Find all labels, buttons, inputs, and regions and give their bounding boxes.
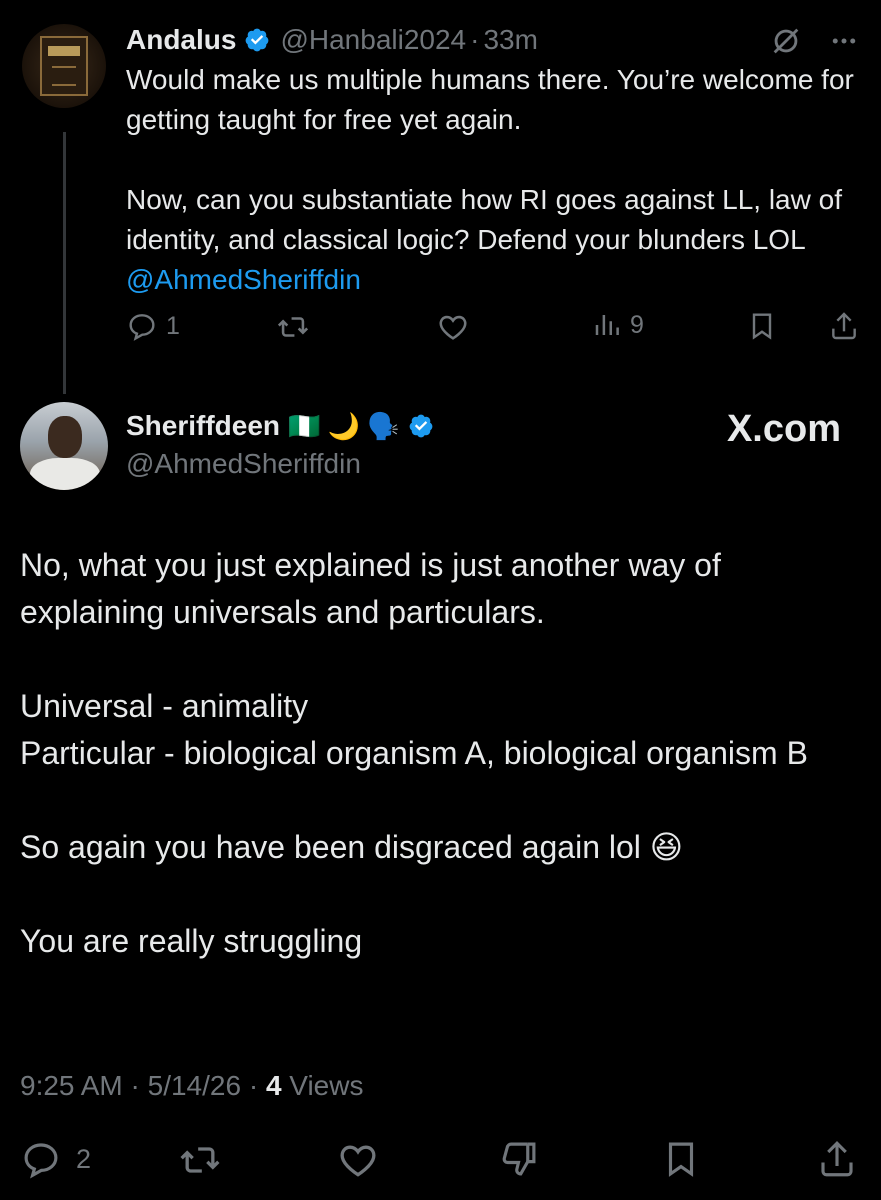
tweet2-paragraph-1: No, what you just explained is just anot…: [20, 547, 721, 630]
tweet2-author-line: Sheriffdeen 🇳🇬 🌙 🗣️: [126, 410, 434, 442]
views-count: 9: [630, 310, 644, 339]
views-button[interactable]: 9: [592, 310, 644, 340]
bookmark-button[interactable]: [746, 310, 778, 342]
retweet-icon: [277, 317, 309, 337]
avatar-sheriffdeen[interactable]: [20, 402, 108, 490]
like-button[interactable]: [436, 310, 470, 344]
retweet-button[interactable]: [178, 1138, 222, 1182]
tweet1-body: Would make us multiple humans there. You…: [126, 60, 856, 300]
tweet1-paragraph-2: Now, can you substantiate how RI goes ag…: [126, 180, 856, 300]
profile-photo-head: [48, 416, 82, 458]
verified-badge-icon: [409, 414, 432, 438]
share-icon: [832, 312, 856, 340]
reply-button[interactable]: 1: [126, 310, 180, 342]
tweet2-paragraph-2b: Particular - biological organism A, biol…: [20, 735, 808, 771]
like-button[interactable]: [336, 1138, 380, 1182]
book-cover-image: [40, 36, 88, 96]
reply-icon: [24, 1143, 58, 1179]
thumbs-down-icon: [502, 1142, 536, 1176]
more-icon[interactable]: [829, 26, 859, 56]
thread-connector-line: [63, 132, 66, 394]
reply-button[interactable]: 2: [20, 1138, 91, 1180]
share-button[interactable]: [816, 1138, 858, 1180]
bookmark-icon: [668, 1142, 694, 1177]
tweet2-meta: 9:25 AM · 5/14/26 · 4 Views: [20, 1070, 363, 1102]
profile-photo-shirt: [30, 458, 100, 490]
tweet1-paragraph-1: Would make us multiple humans there. You…: [126, 64, 854, 135]
separator-dot: ·: [470, 24, 480, 55]
post-time[interactable]: 9:25 AM: [20, 1070, 123, 1101]
tweet2-paragraph-2a: Universal - animality: [20, 688, 309, 724]
like-icon: [439, 315, 467, 340]
tweet2-paragraph-4: You are really struggling: [20, 923, 363, 959]
mention-link[interactable]: @AhmedSheriffdin: [126, 264, 361, 295]
meta-separator: ·: [241, 1070, 266, 1101]
post-date[interactable]: 5/14/26: [148, 1070, 241, 1101]
retweet-button[interactable]: [276, 310, 310, 344]
share-button[interactable]: [828, 310, 860, 342]
timestamp[interactable]: 33m: [483, 24, 537, 56]
meta-separator: ·: [122, 1070, 148, 1101]
tweet1-action-bar: 1 9: [126, 310, 866, 350]
author-name-emojis: 🇳🇬 🌙 🗣️: [288, 410, 400, 441]
author-handle[interactable]: @AhmedSheriffdin: [126, 448, 361, 480]
bookmark-icon: [752, 313, 772, 340]
tweet2-body: No, what you just explained is just anot…: [20, 542, 865, 965]
reply-count: 2: [76, 1143, 92, 1174]
reply-icon: [129, 314, 155, 341]
dislike-button[interactable]: [498, 1138, 540, 1180]
author-handle[interactable]: @Hanbali2024: [280, 24, 466, 56]
retweet-icon: [180, 1147, 220, 1173]
tweet1-header: Andalus @Hanbali2024 · 33m: [126, 22, 538, 58]
grok-slash-icon[interactable]: [769, 24, 803, 58]
verified-badge-icon: [246, 28, 269, 52]
avatar-andalus[interactable]: [22, 24, 106, 108]
share-icon: [821, 1141, 853, 1177]
author-name[interactable]: Sheriffdeen: [126, 410, 280, 442]
tweet1-paragraph-2-text: Now, can you substantiate how RI goes ag…: [126, 184, 842, 255]
tweet2-paragraph-3: So again you have been disgraced again l…: [20, 829, 684, 865]
tweet1-top-icons: [769, 24, 859, 58]
views-icon: [595, 315, 619, 335]
tweet2-action-bar: 2: [20, 1138, 860, 1182]
like-icon: [340, 1145, 376, 1177]
views-count: 4: [265, 1070, 282, 1101]
reply-count: 1: [166, 311, 180, 340]
x-com-watermark: X.com: [726, 408, 841, 450]
views-label: Views: [281, 1070, 364, 1101]
bookmark-button[interactable]: [660, 1138, 702, 1180]
author-name[interactable]: Andalus: [126, 24, 236, 56]
